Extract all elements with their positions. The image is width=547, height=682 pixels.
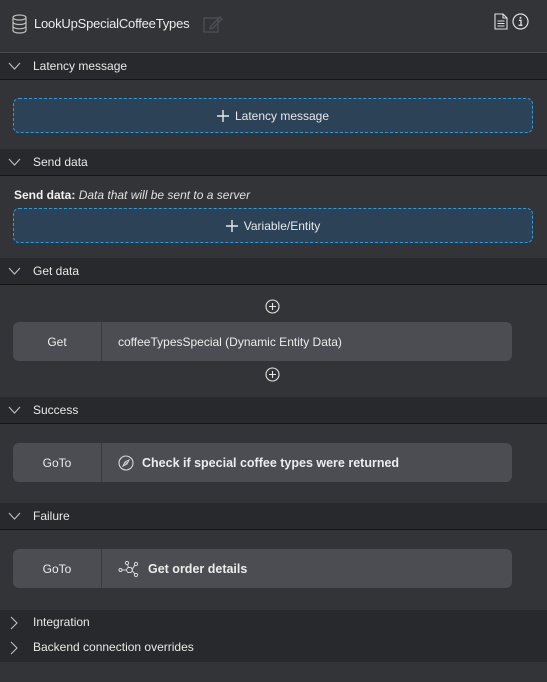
section-header-latency-message[interactable]: Latency message <box>0 53 547 80</box>
node-header: LookUpSpecialCoffeeTypes <box>0 0 547 53</box>
section-body-latency-message: Latency message <box>0 80 547 149</box>
info-icon[interactable] <box>512 13 529 30</box>
section-header-integration[interactable]: Integration <box>0 610 547 635</box>
section-header-success[interactable]: Success <box>0 397 547 424</box>
chevron-down-icon <box>8 406 21 414</box>
node-title: LookUpSpecialCoffeeTypes <box>34 16 190 31</box>
add-variable-entity-label: Variable/Entity <box>243 218 321 233</box>
chevron-down-icon <box>8 267 21 275</box>
failure-goto-target: Get order details <box>102 560 247 578</box>
section-label: Integration <box>33 615 90 629</box>
goto-operation-label: GoTo <box>13 443 102 482</box>
send-data-caption-description: Data that will be sent to a server <box>78 188 251 202</box>
failure-goto-target-text: Get order details <box>148 561 248 576</box>
document-icon[interactable] <box>494 13 508 30</box>
add-latency-message-label: Latency message <box>234 108 330 123</box>
section-header-send-data[interactable]: Send data <box>0 149 547 176</box>
section-body-failure: GoTo Get order details <box>0 530 547 610</box>
send-data-caption-label: Send data: <box>14 188 76 202</box>
send-data-caption: Send data: Data that will be sent to a s… <box>14 188 250 202</box>
section-label: Latency message <box>33 59 128 73</box>
plus-icon <box>225 219 238 232</box>
database-icon <box>12 14 27 34</box>
section-label: Success <box>33 403 79 417</box>
goto-operation-label: GoTo <box>13 549 102 588</box>
section-body-success: GoTo Check if special coffee types were … <box>0 424 547 503</box>
plus-icon <box>216 109 229 122</box>
section-label: Backend connection overrides <box>33 640 194 654</box>
success-goto-target-text: Check if special coffee types were retur… <box>142 455 400 470</box>
chevron-down-icon <box>8 512 21 520</box>
section-body-send-data: Send data: Data that will be sent to a s… <box>0 176 547 258</box>
section-body-get-data: Get coffeeTypesSpecial (Dynamic Entity D… <box>0 285 547 397</box>
get-data-value: coffeeTypesSpecial (Dynamic Entity Data) <box>102 335 342 349</box>
add-latency-message-button[interactable]: Latency message <box>13 98 533 133</box>
insert-above-plus-circle-icon[interactable] <box>265 299 280 314</box>
get-data-value-text: coffeeTypesSpecial (Dynamic Entity Data) <box>118 334 342 349</box>
add-variable-entity-button[interactable]: Variable/Entity <box>13 208 533 243</box>
flow-node-icon <box>118 560 139 577</box>
panel-bottom-spacer <box>0 662 547 682</box>
get-operation-label: Get <box>13 322 102 361</box>
chevron-down-icon <box>8 62 21 70</box>
chevron-down-icon <box>8 158 21 166</box>
section-header-failure[interactable]: Failure <box>0 503 547 530</box>
success-goto-row[interactable]: GoTo Check if special coffee types were … <box>13 443 512 482</box>
insert-below-plus-circle-icon[interactable] <box>265 367 280 382</box>
failure-goto-row[interactable]: GoTo Get order details <box>13 549 512 588</box>
section-header-backend-connection-overrides[interactable]: Backend connection overrides <box>0 635 547 662</box>
section-header-get-data[interactable]: Get data <box>0 258 547 285</box>
chevron-right-icon <box>10 641 18 655</box>
section-label: Send data <box>33 155 88 169</box>
section-label: Get data <box>33 264 80 278</box>
edit-icon[interactable] <box>203 14 223 34</box>
success-goto-target: Check if special coffee types were retur… <box>102 454 400 471</box>
section-label: Failure <box>33 509 70 523</box>
get-data-row[interactable]: Get coffeeTypesSpecial (Dynamic Entity D… <box>13 322 512 361</box>
compass-icon <box>118 454 134 471</box>
chevron-right-icon <box>10 616 18 630</box>
